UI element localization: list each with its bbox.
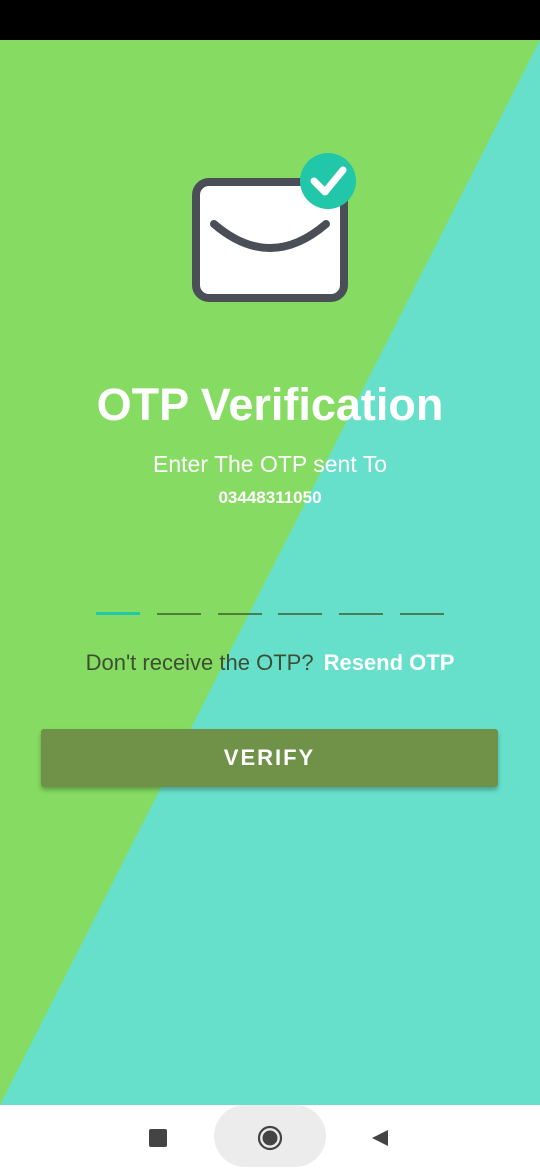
otp-digit-6[interactable] (399, 585, 444, 615)
content-area: OTP Verification Enter The OTP sent To 0… (0, 40, 540, 1105)
phone-number: 03448311050 (218, 488, 322, 507)
resend-row: Don't receive the OTP? Resend OTP (0, 648, 540, 678)
system-navigation-bar (0, 1105, 540, 1170)
triangle-back-icon[interactable] (371, 1129, 389, 1147)
resend-otp-link[interactable]: Resend OTP (324, 650, 455, 675)
otp-digit-1[interactable] (96, 585, 140, 615)
otp-digit-2[interactable] (156, 585, 201, 615)
status-bar (0, 0, 540, 40)
otp-digit-5[interactable] (339, 585, 384, 615)
verify-button[interactable]: VERIFY (41, 729, 498, 787)
envelope-check-icon (192, 153, 356, 302)
circle-home-icon[interactable] (257, 1125, 283, 1151)
square-recents-icon[interactable] (149, 1129, 167, 1147)
otp-digit-3[interactable] (217, 585, 262, 615)
otp-input-group (96, 585, 444, 615)
otp-verification-screen: OTP Verification Enter The OTP sent To 0… (0, 0, 540, 1170)
page-title: OTP Verification (96, 379, 444, 430)
otp-instruction: Enter The OTP sent To (153, 451, 387, 477)
otp-digit-4[interactable] (278, 585, 323, 615)
resend-prompt: Don't receive the OTP? (85, 650, 314, 675)
